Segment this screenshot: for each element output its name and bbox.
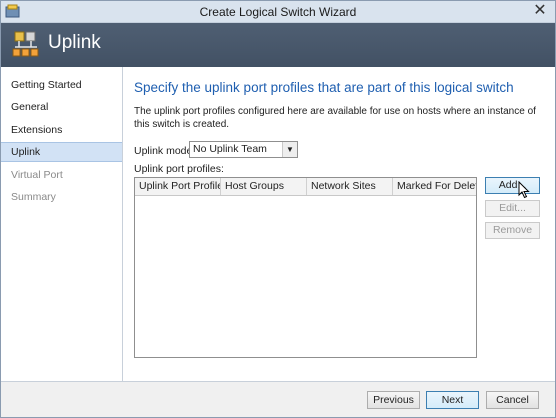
window-title: Create Logical Switch Wizard [199,5,357,19]
uplink-network-icon [12,31,39,57]
title-bar: Create Logical Switch Wizard ✕ [1,1,555,23]
column-header-network-sites[interactable]: Network Sites [307,178,393,195]
uplink-mode-value: No Uplink Team [193,143,267,155]
nav-item-summary: Summary [11,191,56,203]
section-description: The uplink port profiles configured here… [134,106,536,130]
edit-button[interactable]: Edit... [485,200,540,217]
wizard-steps-nav: Getting Started General Extensions Uplin… [1,67,123,381]
uplink-mode-label: Uplink mode: [134,145,196,157]
nav-item-getting-started[interactable]: Getting Started [1,75,122,95]
column-header-marked-for-deletion[interactable]: Marked For Deleti... [393,178,476,195]
chevron-down-icon[interactable]: ▼ [282,142,297,157]
nav-item-general[interactable]: General [1,97,122,117]
uplink-profiles-label: Uplink port profiles: [134,163,224,175]
column-header-host-groups[interactable]: Host Groups [221,178,307,195]
mouse-pointer-icon [518,181,530,199]
column-header-uplink-port-profile[interactable]: Uplink Port Profile [135,178,221,195]
add-button[interactable]: Add... [485,177,540,194]
wizard-footer: Previous Next Cancel [1,381,555,417]
page-banner: Uplink [1,23,555,67]
previous-button[interactable]: Previous [367,391,420,409]
uplink-mode-dropdown[interactable]: No Uplink Team ▼ [189,141,298,158]
table-header: Uplink Port Profile Host Groups Network … [135,178,476,196]
nav-item-extensions[interactable]: Extensions [1,120,122,140]
wizard-window: Create Logical Switch Wizard ✕ Uplink Ge… [0,0,556,418]
next-button[interactable]: Next [426,391,479,409]
section-heading: Specify the uplink port profiles that ar… [134,80,514,95]
cancel-button[interactable]: Cancel [486,391,539,409]
main-panel: Specify the uplink port profiles that ar… [123,67,555,381]
nav-item-uplink[interactable]: Uplink [1,142,122,162]
page-title: Uplink [48,32,101,53]
uplink-profiles-table[interactable]: Uplink Port Profile Host Groups Network … [134,177,477,358]
remove-button[interactable]: Remove [485,222,540,239]
close-icon[interactable]: ✕ [531,2,549,20]
nav-item-virtual-port: Virtual Port [11,169,63,181]
